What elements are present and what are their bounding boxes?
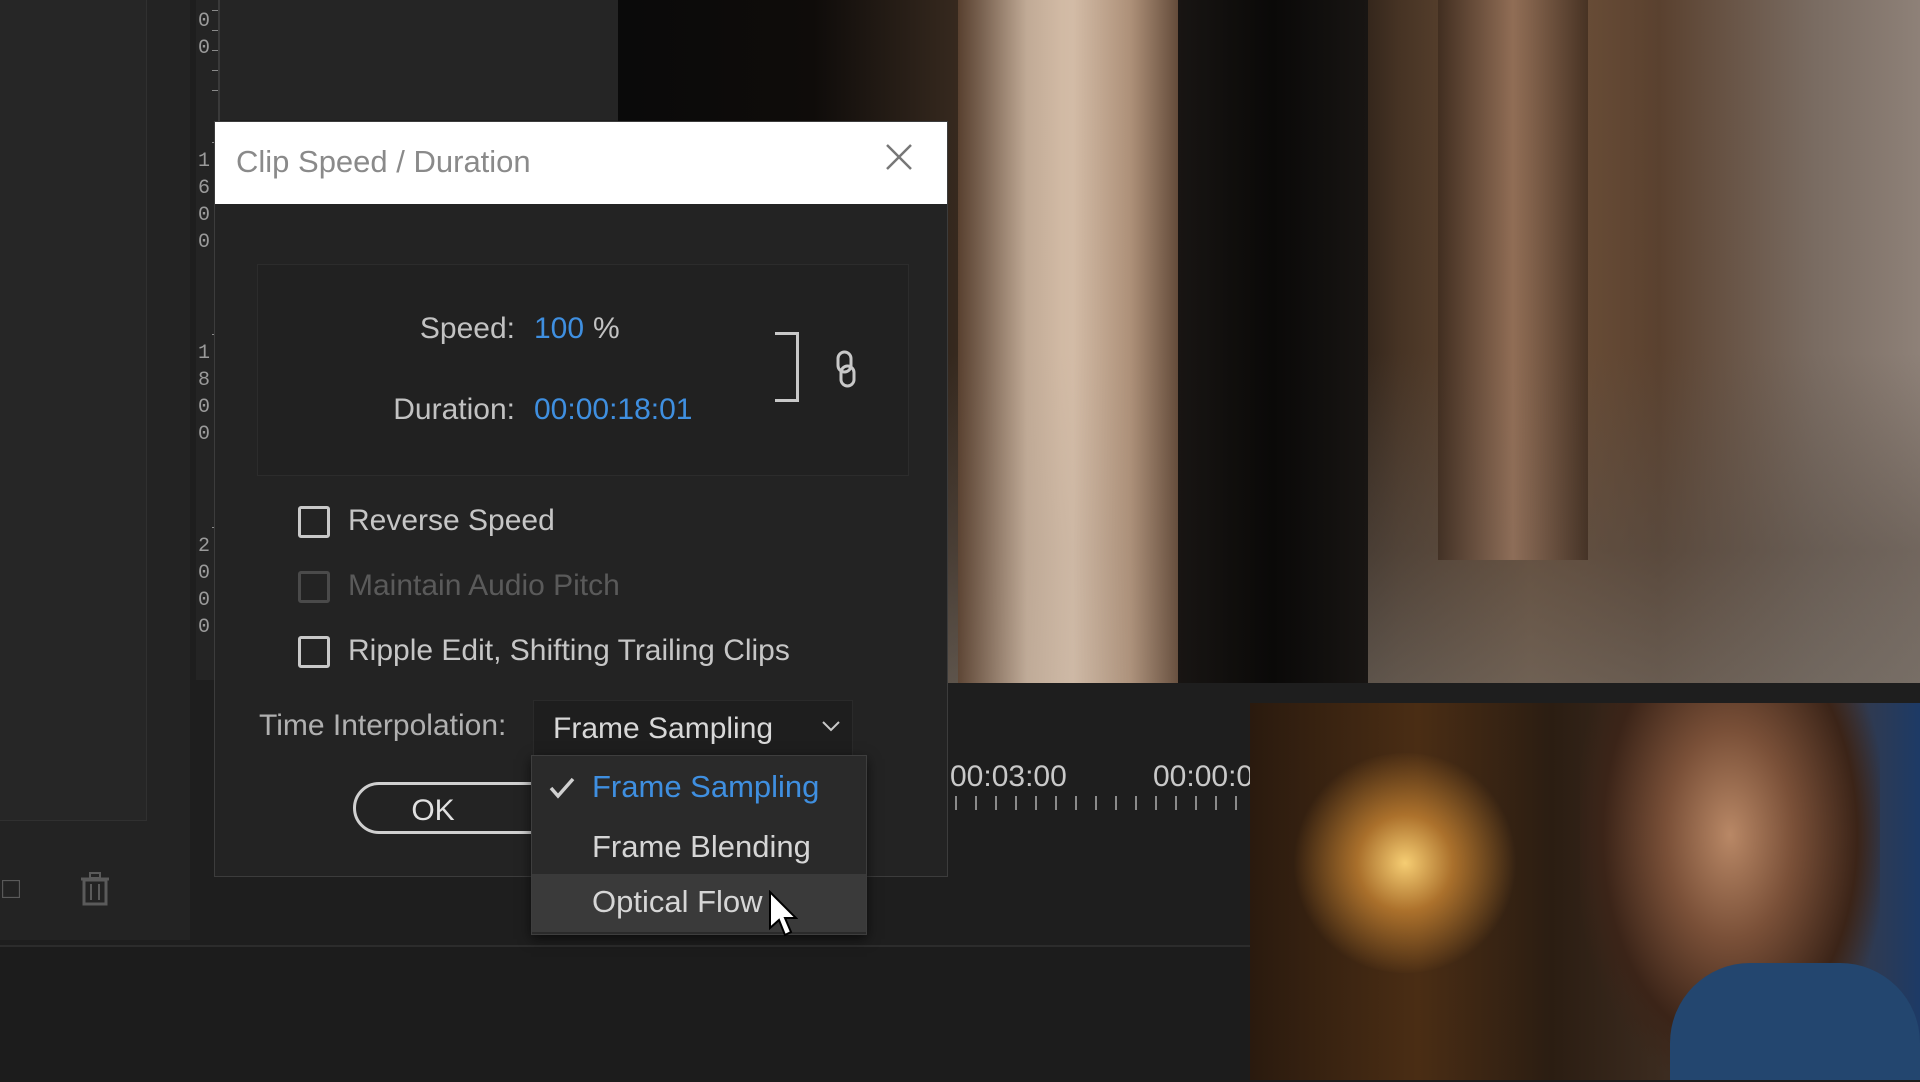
- reverse-speed-checkbox[interactable]: [298, 506, 330, 538]
- ripple-edit-checkbox[interactable]: [298, 636, 330, 668]
- checkmark-icon: [549, 777, 575, 799]
- video-figure: [1178, 0, 1368, 683]
- menu-item-frame-sampling[interactable]: Frame Sampling: [532, 759, 866, 817]
- ruler-tick: [212, 50, 218, 51]
- menu-item-label: Frame Sampling: [592, 769, 820, 804]
- ruler-digit: 0: [198, 10, 211, 33]
- speed-label: Speed:: [419, 312, 515, 345]
- dialog-titlebar: Clip Speed / Duration: [215, 122, 947, 204]
- time-interpolation-value: Frame Sampling: [553, 712, 774, 745]
- ruler-digit: 0: [198, 616, 211, 639]
- ruler-digit: 0: [198, 396, 211, 419]
- ruler-digit: 6: [198, 177, 211, 200]
- ok-button-label: OK: [411, 794, 455, 827]
- ruler-digit: 0: [198, 231, 211, 254]
- close-button[interactable]: [879, 140, 919, 180]
- ruler-digit: 1: [198, 342, 211, 365]
- speed-duration-group: [257, 264, 909, 476]
- ruler-digit: 2: [198, 535, 211, 558]
- chevron-down-icon: [822, 721, 840, 732]
- duration-value[interactable]: 00:00:18:01: [534, 393, 692, 427]
- duration-label: Duration:: [393, 393, 515, 426]
- project-panel: □: [0, 0, 190, 940]
- ruler-tick: [212, 30, 218, 31]
- ruler-digit: 0: [198, 589, 211, 612]
- ruler-digit: 0: [198, 562, 211, 585]
- ruler-digit: 0: [198, 37, 211, 60]
- source-panel: [220, 0, 620, 120]
- maintain-audio-pitch-checkbox: [298, 571, 330, 603]
- dialog-title: Clip Speed / Duration: [236, 144, 531, 179]
- link-bracket: [775, 332, 799, 402]
- ruler-digit: 1: [198, 150, 211, 173]
- menu-item-label: Frame Blending: [592, 829, 811, 864]
- ruler-digit: 0: [198, 204, 211, 227]
- mouse-cursor-icon: [769, 890, 798, 937]
- time-interpolation-select[interactable]: Frame Sampling: [533, 700, 853, 758]
- time-interpolation-label: Time Interpolation:: [259, 709, 507, 742]
- ruler-tick: [212, 10, 218, 11]
- close-icon: [886, 144, 912, 170]
- time-interpolation-menu: Frame Sampling Frame Blending Optical Fl…: [531, 755, 867, 935]
- video-figure: [1438, 0, 1588, 560]
- project-panel-content: [0, 0, 147, 821]
- menu-item-optical-flow[interactable]: Optical Flow: [532, 874, 866, 932]
- menu-item-label: Optical Flow: [592, 884, 763, 919]
- webcam-shirt: [1670, 963, 1920, 1080]
- new-item-icon[interactable]: □: [2, 872, 20, 906]
- trash-icon[interactable]: [80, 872, 110, 914]
- ruler-tick: [212, 70, 218, 71]
- timeline-ruler-ticks: [955, 796, 1255, 810]
- menu-item-frame-blending[interactable]: Frame Blending: [532, 819, 866, 877]
- speed-value[interactable]: 100: [534, 312, 584, 346]
- timeline-timecode: 00:03:00: [950, 760, 1067, 793]
- ruler-digit: 8: [198, 369, 211, 392]
- maintain-audio-pitch-label: Maintain Audio Pitch: [348, 569, 620, 602]
- reverse-speed-label: Reverse Speed: [348, 504, 555, 537]
- ruler-tick: [212, 90, 218, 91]
- video-figure: [958, 0, 1188, 683]
- ruler-digit: 0: [198, 423, 211, 446]
- timeline-timecode: 00:00:0: [1153, 760, 1254, 793]
- speed-unit: %: [593, 312, 620, 345]
- ripple-edit-label: Ripple Edit, Shifting Trailing Clips: [348, 634, 790, 667]
- webcam-overlay: [1250, 703, 1920, 1080]
- link-icon[interactable]: [835, 350, 857, 388]
- webcam-lamp: [1290, 753, 1520, 973]
